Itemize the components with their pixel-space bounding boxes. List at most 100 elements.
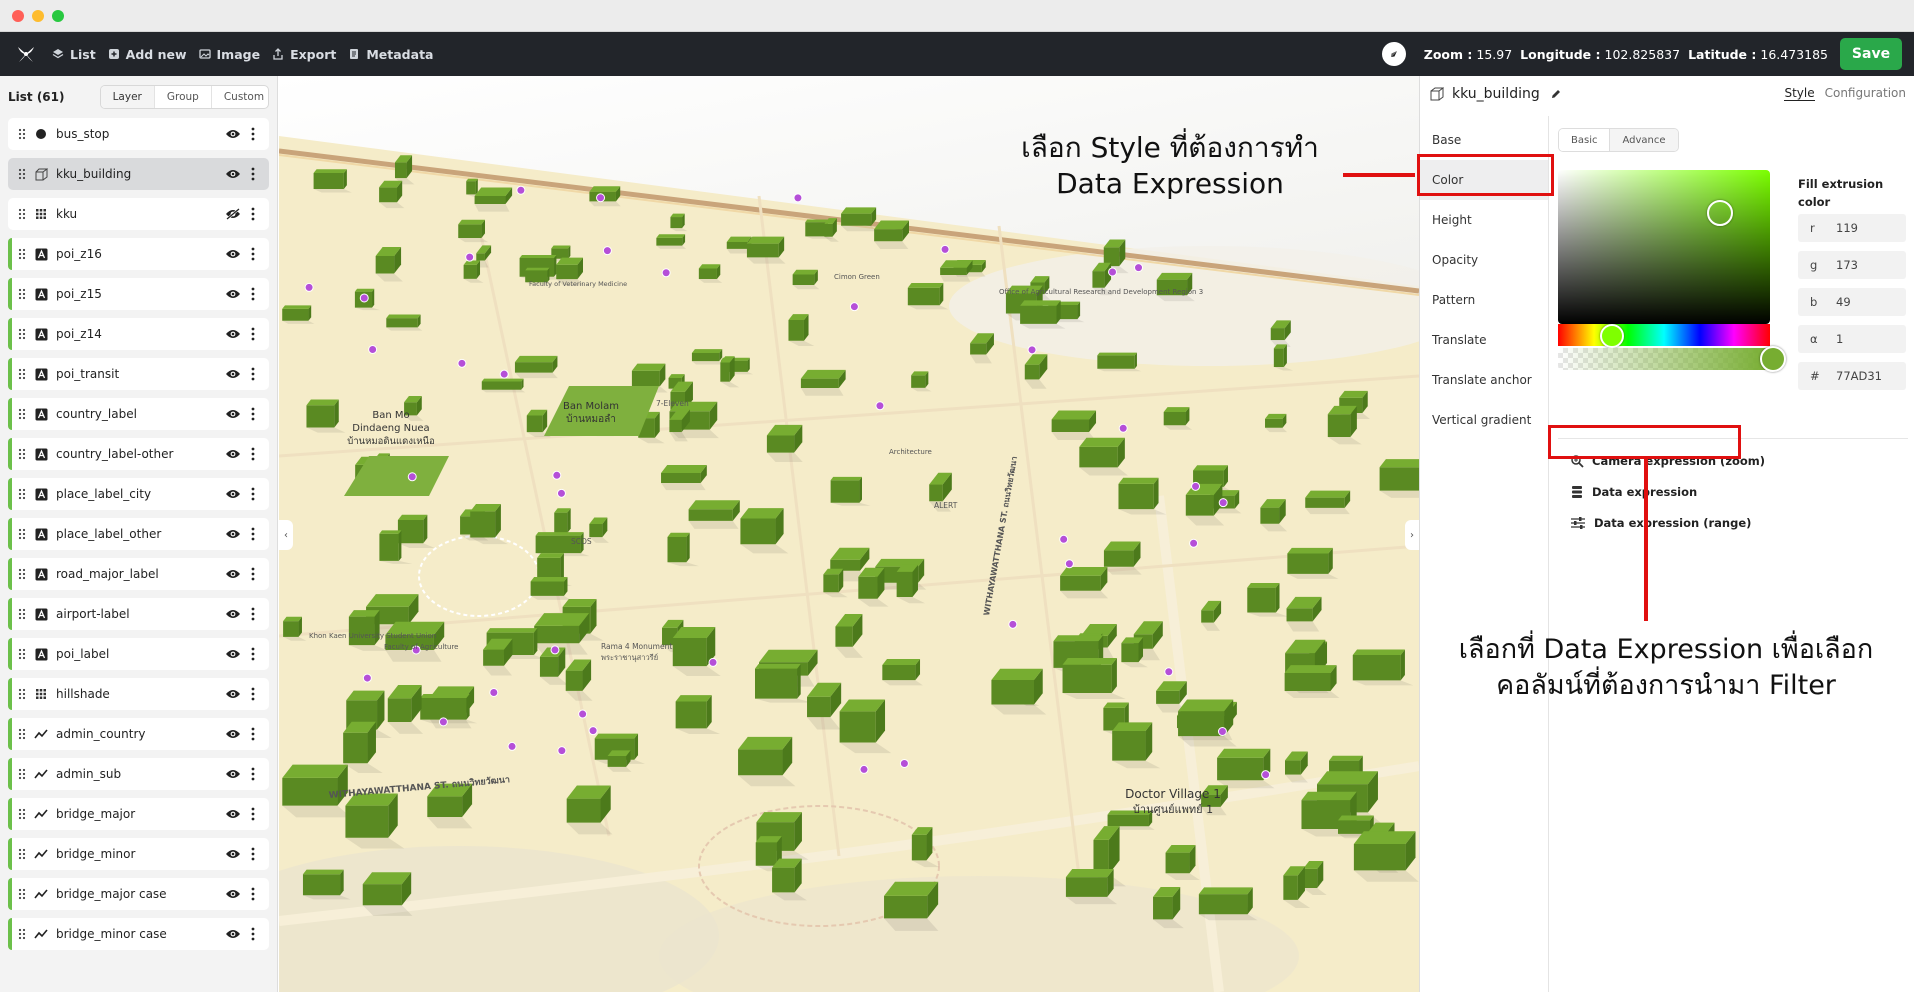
eye-icon[interactable]: [225, 728, 241, 740]
eye-icon[interactable]: [225, 128, 241, 140]
map-bus-stop-dot[interactable]: [1189, 538, 1199, 548]
map-bus-stop-dot[interactable]: [304, 282, 314, 292]
eye-icon[interactable]: [225, 368, 241, 380]
menu-add-new[interactable]: Add new: [108, 32, 187, 76]
eye-icon[interactable]: [225, 648, 241, 660]
more-options-icon[interactable]: [251, 927, 255, 941]
map-bus-stop-dot[interactable]: [940, 244, 950, 254]
layer-row-place-label-other[interactable]: place_label_other: [8, 518, 269, 550]
map-bus-stop-dot[interactable]: [578, 709, 588, 719]
minimize-window-button[interactable]: [32, 10, 44, 22]
hue-knob[interactable]: [1600, 324, 1624, 348]
eye-icon[interactable]: [225, 808, 241, 820]
layer-row-airport-label[interactable]: airport-label: [8, 598, 269, 630]
layer-row-kku[interactable]: kku: [8, 198, 269, 230]
map-bus-stop-dot[interactable]: [1217, 727, 1227, 737]
saturation-area[interactable]: [1558, 170, 1770, 324]
eye-icon[interactable]: [225, 328, 241, 340]
map-bus-stop-dot[interactable]: [793, 193, 803, 203]
map-bus-stop-dot[interactable]: [1118, 423, 1128, 433]
map-bus-stop-dot[interactable]: [556, 488, 566, 498]
tab-advance[interactable]: Advance: [1610, 129, 1678, 151]
collapse-left-panel-button[interactable]: ‹: [279, 520, 293, 550]
map-bus-stop-dot[interactable]: [499, 369, 509, 379]
green-channel-input[interactable]: g 173: [1798, 251, 1906, 279]
eye-icon[interactable]: [225, 688, 241, 700]
style-nav-translate-anchor[interactable]: Translate anchor: [1420, 360, 1548, 400]
color-picker[interactable]: [1558, 170, 1786, 372]
eye-icon[interactable]: [225, 608, 241, 620]
close-window-button[interactable]: [12, 10, 24, 22]
map-bus-stop-dot[interactable]: [359, 293, 369, 303]
tab-basic[interactable]: Basic: [1559, 129, 1611, 151]
drag-handle-icon[interactable]: [18, 408, 26, 420]
map-bus-stop-dot[interactable]: [1191, 481, 1201, 491]
more-options-icon[interactable]: [251, 247, 255, 261]
style-nav-pattern[interactable]: Pattern: [1420, 280, 1548, 320]
drag-handle-icon[interactable]: [18, 128, 26, 140]
map-bus-stop-dot[interactable]: [1059, 534, 1069, 544]
more-options-icon[interactable]: [251, 327, 255, 341]
app-logo[interactable]: [0, 32, 52, 76]
maximize-window-button[interactable]: [52, 10, 64, 22]
map-bus-stop-dot[interactable]: [602, 246, 612, 256]
alpha-knob[interactable]: [1760, 346, 1786, 372]
map-bus-stop-dot[interactable]: [368, 345, 378, 355]
blue-channel-input[interactable]: b 49: [1798, 288, 1906, 316]
more-options-icon[interactable]: [251, 287, 255, 301]
drag-handle-icon[interactable]: [18, 848, 26, 860]
collapse-right-panel-button[interactable]: ›: [1405, 520, 1419, 550]
map-bus-stop-dot[interactable]: [588, 726, 598, 736]
more-options-icon[interactable]: [251, 727, 255, 741]
more-options-icon[interactable]: [251, 407, 255, 421]
map-bus-stop-dot[interactable]: [1108, 267, 1118, 277]
map-bus-stop-dot[interactable]: [557, 746, 567, 756]
layer-row-bridge-major[interactable]: bridge_major: [8, 798, 269, 830]
map-bus-stop-dot[interactable]: [1064, 559, 1074, 569]
map-bus-stop-dot[interactable]: [465, 252, 475, 262]
map-bus-stop-dot[interactable]: [708, 657, 718, 667]
more-options-icon[interactable]: [251, 647, 255, 661]
menu-export[interactable]: Export: [272, 32, 336, 76]
alpha-channel-input[interactable]: α1: [1798, 325, 1906, 353]
eye-icon[interactable]: [225, 488, 241, 500]
map-bus-stop-dot[interactable]: [596, 193, 606, 203]
drag-handle-icon[interactable]: [18, 928, 26, 940]
more-options-icon[interactable]: [251, 447, 255, 461]
map-bus-stop-dot[interactable]: [899, 758, 909, 768]
map-bus-stop-dot[interactable]: [438, 717, 448, 727]
map-bus-stop-dot[interactable]: [507, 741, 517, 751]
drag-handle-icon[interactable]: [18, 888, 26, 900]
drag-handle-icon[interactable]: [18, 648, 26, 660]
map-bus-stop-dot[interactable]: [1027, 345, 1037, 355]
drag-handle-icon[interactable]: [18, 248, 26, 260]
layer-row-admin-country[interactable]: admin_country: [8, 718, 269, 750]
tab-custom[interactable]: Custom: [212, 86, 268, 108]
data-expression-option[interactable]: Data expression: [1570, 481, 1697, 503]
map-bus-stop-dot[interactable]: [552, 470, 562, 480]
drag-handle-icon[interactable]: [18, 208, 26, 220]
layer-row-admin-sub[interactable]: admin_sub: [8, 758, 269, 790]
map-bus-stop-dot[interactable]: [1218, 498, 1228, 508]
compass-button[interactable]: [1381, 42, 1406, 66]
map-bus-stop-dot[interactable]: [362, 673, 372, 683]
more-options-icon[interactable]: [251, 367, 255, 381]
style-nav-vertical-gradient[interactable]: Vertical gradient: [1420, 400, 1548, 440]
eye-off-icon[interactable]: [225, 208, 241, 220]
more-options-icon[interactable]: [251, 687, 255, 701]
eye-icon[interactable]: [225, 248, 241, 260]
saturation-knob[interactable]: [1707, 200, 1733, 226]
drag-handle-icon[interactable]: [18, 608, 26, 620]
map-bus-stop-dot[interactable]: [407, 472, 417, 482]
eye-icon[interactable]: [225, 288, 241, 300]
menu-list[interactable]: List: [52, 32, 96, 76]
data-expression-range-option[interactable]: Data expression (range): [1570, 512, 1751, 534]
drag-handle-icon[interactable]: [18, 288, 26, 300]
layer-row-kku-building[interactable]: kku_building: [8, 158, 269, 190]
drag-handle-icon[interactable]: [18, 568, 26, 580]
map-render[interactable]: Ban Mo Dindaeng Nuea บ้านหมอดินแดงเหนือ …: [279, 76, 1419, 992]
drag-handle-icon[interactable]: [18, 528, 26, 540]
more-options-icon[interactable]: [251, 607, 255, 621]
map-bus-stop-dot[interactable]: [849, 302, 859, 312]
layer-row-country-label-other[interactable]: country_label-other: [8, 438, 269, 470]
